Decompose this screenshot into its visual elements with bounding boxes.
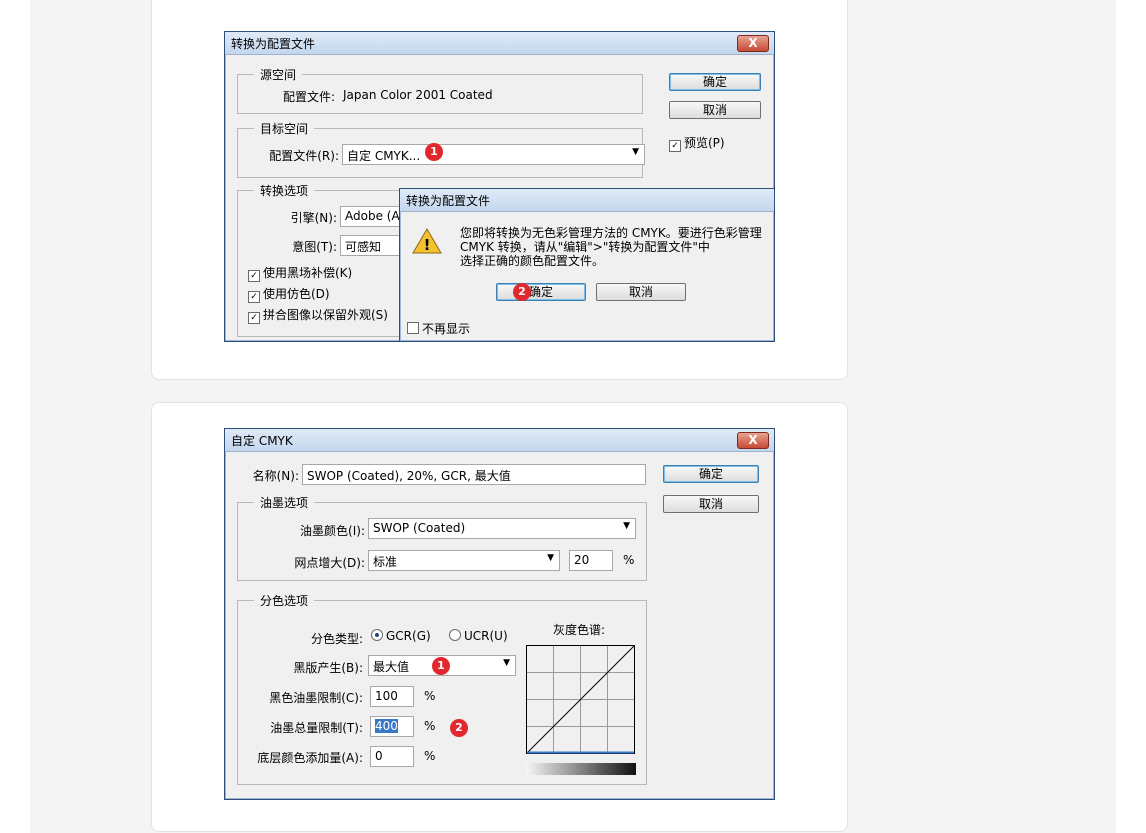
check-icon: ✓ (248, 312, 260, 324)
target-profile-label: 配置文件(R): (269, 149, 339, 163)
dialog-title: 自定 CMYK (231, 434, 293, 448)
target-profile-select[interactable]: 自定 CMYK... ▼ (342, 144, 645, 165)
separation-options-legend: 分色选项 (254, 592, 315, 609)
dot-gain-value: 标准 (373, 555, 398, 569)
source-profile-value: Japan Color 2001 Coated (343, 88, 493, 102)
source-space-legend: 源空间 (254, 66, 303, 83)
title-bar: 转换为配置文件 (400, 189, 774, 212)
total-limit-field[interactable]: 400 (370, 716, 414, 737)
target-profile-value: 自定 CMYK... (347, 149, 421, 163)
ucr-radio[interactable]: UCR(U) (449, 629, 508, 643)
warning-message-line3: 选择正确的颜色配置文件。 (460, 254, 605, 268)
engine-value: Adobe (A (345, 209, 400, 223)
check-icon: ✓ (248, 291, 260, 303)
black-limit-field[interactable]: 100 (370, 686, 414, 707)
custom-cmyk-dialog: 自定 CMYK X 名称(N): SWOP (Coated), 20%, GCR… (224, 428, 775, 800)
chevron-down-icon: ▼ (623, 521, 630, 531)
preview-label: 预览(P) (684, 136, 725, 150)
total-limit-value: 400 (375, 719, 398, 733)
sep-type-label: 分色类型: (310, 632, 363, 646)
flatten-label: 拼合图像以保留外观(S) (263, 308, 388, 322)
dialog-title: 转换为配置文件 (406, 194, 491, 208)
gray-ramp-graph (526, 645, 635, 754)
cancel-button[interactable]: 取消 (663, 495, 759, 513)
step-badge-2: 2 (450, 719, 468, 737)
dialog-title: 转换为配置文件 (231, 37, 316, 51)
ok-button[interactable]: 确定 (496, 283, 586, 301)
dot-gain-label: 网点增大(D): (294, 556, 365, 570)
preview-checkbox[interactable]: ✓ 预览(P) (669, 134, 725, 152)
name-field[interactable]: SWOP (Coated), 20%, GCR, 最大值 (302, 464, 646, 485)
source-profile-label: 配置文件: (283, 90, 336, 104)
ucr-amount-percent: % (424, 749, 436, 763)
check-icon: ✓ (669, 140, 681, 152)
cmyk-warning-dialog: 转换为配置文件 ! 您即将转换为无色彩管理方法的 CMYK。要进行色彩管理 CM… (399, 188, 775, 342)
ok-button[interactable]: 确定 (669, 73, 761, 91)
gray-ramp-gradient (526, 763, 636, 775)
ucr-amount-field[interactable]: 0 (370, 746, 414, 767)
cancel-button[interactable]: 取消 (596, 283, 686, 301)
black-limit-percent: % (424, 689, 436, 703)
chevron-down-icon: ▼ (632, 147, 639, 157)
black-gen-value: 最大值 (373, 660, 410, 674)
black-point-label: 使用黑场补偿(K) (263, 266, 353, 280)
gcr-radio[interactable]: GCR(G) (371, 629, 431, 643)
dither-checkbox[interactable]: ✓ 使用仿色(D) (248, 285, 330, 303)
total-limit-label: 油墨总量限制(T): (270, 721, 363, 735)
close-button[interactable]: X (737, 432, 769, 449)
gcr-label: GCR(G) (386, 629, 431, 643)
radio-selected-icon (371, 629, 383, 641)
ink-colors-value: SWOP (Coated) (373, 521, 466, 535)
title-bar: 转换为配置文件 X (225, 32, 774, 55)
dot-gain-select[interactable]: 标准 ▼ (368, 550, 560, 571)
black-gen-label: 黑版产生(B): (293, 661, 363, 675)
cancel-button[interactable]: 取消 (669, 101, 761, 119)
dot-gain-percent: % (623, 553, 635, 567)
radio-icon (449, 629, 461, 641)
ink-colors-label: 油墨颜色(I): (300, 524, 365, 538)
step-badge-1: 1 (432, 657, 450, 675)
conversion-options-legend: 转换选项 (254, 182, 315, 199)
name-label: 名称(N): (252, 469, 299, 483)
chevron-down-icon: ▼ (547, 553, 554, 563)
step-badge-1: 1 (425, 143, 443, 161)
ink-colors-select[interactable]: SWOP (Coated) ▼ (368, 518, 636, 539)
dot-gain-number-field[interactable]: 20 (569, 550, 613, 571)
black-point-checkbox[interactable]: ✓ 使用黑场补偿(K) (248, 264, 352, 282)
dont-show-label: 不再显示 (422, 322, 471, 336)
intent-value: 可感知 (345, 240, 382, 254)
warning-icon: ! (412, 228, 442, 254)
title-bar: 自定 CMYK X (225, 429, 774, 452)
engine-label: 引擎(N): (290, 211, 337, 225)
close-button[interactable]: X (737, 35, 769, 52)
total-limit-percent: % (424, 719, 436, 733)
step-badge-2: 2 (513, 283, 531, 301)
warning-glyph: ! (424, 236, 431, 254)
ink-options-legend: 油墨选项 (254, 494, 315, 511)
dont-show-checkbox[interactable]: 不再显示 (407, 320, 470, 337)
chevron-down-icon: ▼ (503, 658, 510, 668)
ok-button[interactable]: 确定 (663, 465, 759, 483)
flatten-checkbox[interactable]: ✓ 拼合图像以保留外观(S) (248, 306, 388, 324)
dither-label: 使用仿色(D) (263, 287, 330, 301)
ucr-amount-label: 底层颜色添加量(A): (257, 751, 363, 765)
gray-ramp-label: 灰度色谱: (553, 623, 606, 637)
target-space-legend: 目标空间 (254, 120, 315, 137)
checkbox-box (407, 322, 419, 334)
black-limit-label: 黑色油墨限制(C): (269, 691, 363, 705)
ucr-label: UCR(U) (464, 629, 508, 643)
check-icon: ✓ (248, 270, 260, 282)
intent-label: 意图(T): (292, 240, 337, 254)
